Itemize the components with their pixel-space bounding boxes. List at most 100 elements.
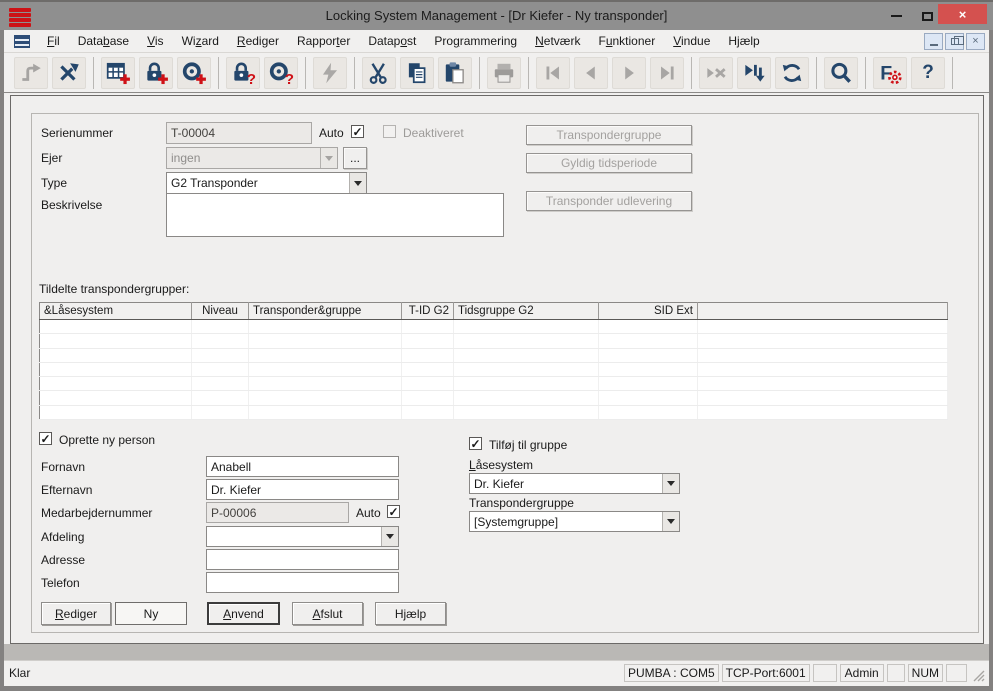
auto-checkbox[interactable]: ✓ bbox=[351, 125, 364, 138]
new-lock-button[interactable] bbox=[139, 57, 173, 89]
last-record-button[interactable] bbox=[650, 57, 684, 89]
column-header-empty-6[interactable] bbox=[698, 303, 948, 320]
goto-record-button[interactable] bbox=[737, 57, 771, 89]
filter-settings-button[interactable]: F bbox=[873, 57, 907, 89]
ny-button[interactable]: Ny bbox=[115, 602, 187, 625]
transponder-groups-table: &LåsesystemNiveauTransponder&gruppeT-ID … bbox=[39, 302, 948, 420]
afdeling-combobox[interactable] bbox=[206, 526, 399, 547]
status-panel-admin: Admin bbox=[840, 664, 884, 682]
column-header-laasesystem[interactable]: &Låsesystem bbox=[40, 303, 192, 320]
medarbejdernummer-label: Medarbejdernummer bbox=[41, 506, 152, 520]
beskrivelse-textarea[interactable] bbox=[166, 193, 504, 237]
maximize-button[interactable] bbox=[915, 6, 939, 26]
gyldig-tidsperiode-button[interactable]: Gyldig tidsperiode bbox=[526, 153, 692, 173]
next-record-button[interactable] bbox=[612, 57, 646, 89]
efternavn-input[interactable] bbox=[206, 479, 399, 500]
copy-icon bbox=[404, 60, 430, 86]
fornavn-input[interactable] bbox=[206, 456, 399, 477]
previous-record-button[interactable] bbox=[574, 57, 608, 89]
status-panel-empty bbox=[813, 664, 837, 682]
resize-grip[interactable] bbox=[972, 669, 985, 682]
table-row bbox=[40, 405, 948, 419]
column-header-tidg2[interactable]: T-ID G2 bbox=[402, 303, 454, 320]
hjaelp-button[interactable]: Hjælp bbox=[375, 602, 446, 625]
oprette-ny-person-checkbox[interactable]: ✓ bbox=[39, 432, 52, 445]
ejer-label: Ejer bbox=[41, 151, 62, 165]
mdi-restore-icon bbox=[951, 38, 959, 45]
serienummer-input[interactable] bbox=[166, 122, 312, 144]
adresse-input[interactable] bbox=[206, 549, 399, 570]
menu-item-vis[interactable]: Vis bbox=[138, 31, 172, 51]
help-button[interactable]: ? bbox=[911, 57, 945, 89]
document-icon[interactable] bbox=[14, 35, 30, 48]
refresh-button[interactable] bbox=[775, 57, 809, 89]
person-auto-label: Auto bbox=[356, 506, 381, 520]
menu-item-rapporter[interactable]: Rapporter bbox=[288, 31, 359, 51]
mdi-area: Serienummer Auto ✓ Deaktiveret Ejer inge… bbox=[4, 94, 989, 644]
copy-button[interactable] bbox=[400, 57, 434, 89]
mdi-close-button[interactable]: × bbox=[966, 33, 985, 50]
close-button[interactable]: × bbox=[938, 4, 987, 24]
jump-button[interactable] bbox=[14, 57, 48, 89]
column-header-tidsgruppeg2[interactable]: Tidsgruppe G2 bbox=[454, 303, 599, 320]
read-transponder-button[interactable]: ? bbox=[264, 57, 298, 89]
afdeling-label: Afdeling bbox=[41, 530, 84, 544]
table-row bbox=[40, 362, 948, 376]
menu-item-database[interactable]: Database bbox=[69, 31, 138, 51]
svg-text:?: ? bbox=[285, 70, 294, 85]
rediger-button[interactable]: Rediger bbox=[41, 602, 111, 625]
paste-button[interactable] bbox=[438, 57, 472, 89]
mdi-restore-button[interactable] bbox=[945, 33, 964, 50]
menu-item-wizard[interactable]: Wizard bbox=[173, 31, 228, 51]
cancel-record-button[interactable] bbox=[699, 57, 733, 89]
table-row bbox=[40, 320, 948, 334]
tilfoj-til-gruppe-label: Tilføj til gruppe bbox=[489, 438, 567, 452]
column-header-niveau[interactable]: Niveau bbox=[192, 303, 249, 320]
ejer-combobox[interactable]: ingen bbox=[166, 147, 338, 169]
svg-text:?: ? bbox=[247, 70, 256, 85]
toolbar-separator bbox=[305, 57, 306, 89]
telefon-input[interactable] bbox=[206, 572, 399, 593]
minimize-button[interactable] bbox=[884, 6, 908, 26]
column-header-transpondergruppe[interactable]: Transponder&gruppe bbox=[249, 303, 402, 320]
toolbar-separator bbox=[479, 57, 480, 89]
menu-item-rediger[interactable]: Rediger bbox=[228, 31, 288, 51]
toolbar-separator bbox=[691, 57, 692, 89]
type-combobox[interactable]: G2 Transponder bbox=[166, 172, 367, 194]
menu-item-fil[interactable]: Fil bbox=[38, 31, 69, 51]
mdi-minimize-button[interactable] bbox=[924, 33, 943, 50]
first-record-button[interactable] bbox=[536, 57, 570, 89]
deaktiveret-checkbox[interactable] bbox=[383, 125, 396, 138]
person-auto-checkbox[interactable]: ✓ bbox=[387, 505, 400, 518]
status-panel-tcpport6001: TCP-Port:6001 bbox=[722, 664, 810, 682]
menu-item-funktioner[interactable]: Funktioner bbox=[589, 31, 664, 51]
read-lock-icon: ? bbox=[230, 60, 256, 86]
tilfoj-til-gruppe-checkbox[interactable]: ✓ bbox=[469, 437, 482, 450]
menu-item-hjaelp[interactable]: Hjælp bbox=[719, 31, 768, 51]
menu-item-programmering[interactable]: Programmering bbox=[425, 31, 526, 51]
new-transponder-icon bbox=[181, 60, 207, 86]
medarbejdernummer-input[interactable] bbox=[206, 502, 349, 523]
menu-item-vindue[interactable]: Vindue bbox=[664, 31, 719, 51]
anvend-button[interactable]: Anvend bbox=[207, 602, 280, 625]
column-header-sidext[interactable]: SID Ext bbox=[599, 303, 698, 320]
cut-button[interactable] bbox=[362, 57, 396, 89]
search-button[interactable] bbox=[824, 57, 858, 89]
menu-item-netvaerk[interactable]: Netværk bbox=[526, 31, 589, 51]
status-panels: PUMBA : COM5TCP-Port:6001AdminNUM bbox=[624, 664, 967, 682]
telefon-label: Telefon bbox=[41, 576, 80, 590]
transpondergruppe-combobox[interactable]: [Systemgruppe] bbox=[469, 511, 680, 532]
print-button[interactable] bbox=[487, 57, 521, 89]
program-button[interactable] bbox=[313, 57, 347, 89]
new-locking-system-button[interactable] bbox=[101, 57, 135, 89]
transponder-udlevering-button[interactable]: Transponder udlevering bbox=[526, 191, 692, 211]
ejer-browse-button[interactable]: ... bbox=[343, 147, 367, 169]
laasesystem-combobox[interactable]: Dr. Kiefer bbox=[469, 473, 680, 494]
afslut-button[interactable]: Afslut bbox=[292, 602, 363, 625]
menu-item-datapost[interactable]: Datapost bbox=[359, 31, 425, 51]
new-transponder-button[interactable] bbox=[177, 57, 211, 89]
transpondergruppe-button[interactable]: Transpondergruppe bbox=[526, 125, 692, 145]
statusbar: Klar PUMBA : COM5TCP-Port:6001AdminNUM bbox=[4, 660, 989, 686]
read-lock-button[interactable]: ? bbox=[226, 57, 260, 89]
logoff-button[interactable] bbox=[52, 57, 86, 89]
